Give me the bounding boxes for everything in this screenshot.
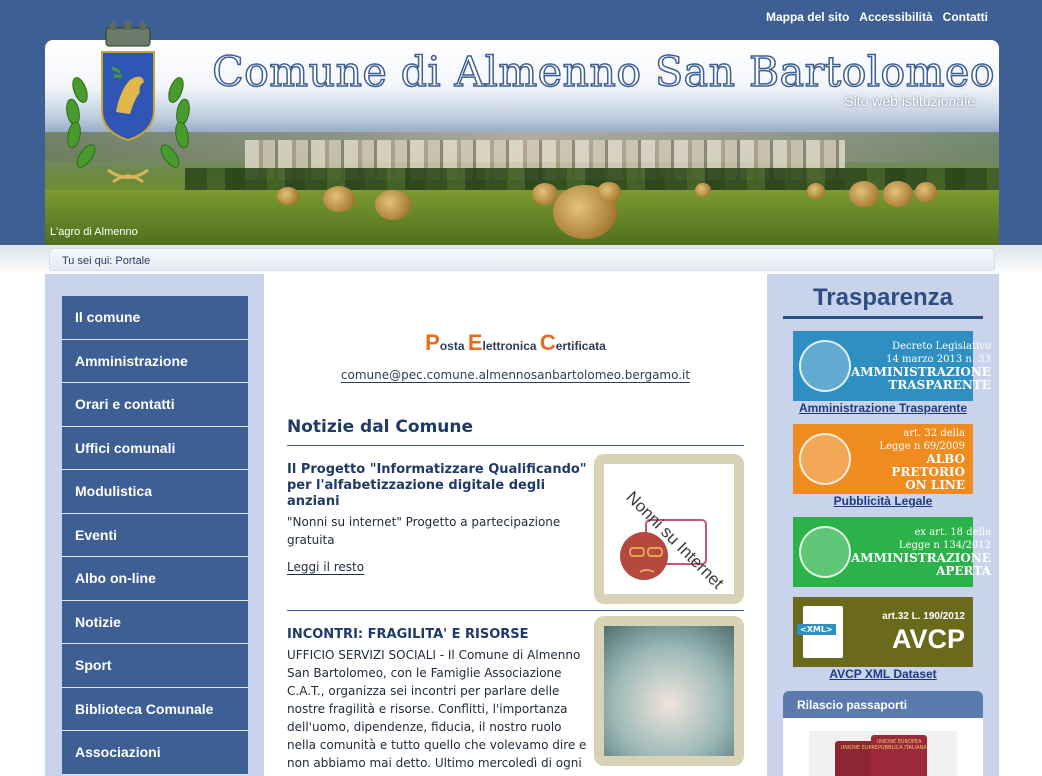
badge-text: Decreto Legislativo 14 marzo 2013 n. 33 … — [851, 340, 995, 392]
badge-line: Decreto Legislativo — [892, 341, 991, 352]
left-navigation: Il comune Amministrazione Orari e contat… — [62, 296, 248, 775]
amministrazione-trasparente-link[interactable]: Amministrazione Trasparente — [783, 401, 983, 415]
transparency-title: Trasparenza — [783, 274, 983, 319]
breadcrumb: Tu sei qui: Portale — [49, 248, 995, 271]
contacts-link[interactable]: Contatti — [943, 10, 988, 24]
passport-box[interactable]: Rilascio passaporti UNIONE EUROPEA UNION… — [783, 691, 983, 776]
nonni-su-internet-image: Nonni su Internet — [604, 464, 734, 594]
banner-caption: L'agro di Almenno — [50, 226, 138, 238]
pec-word-posta: osta — [439, 339, 468, 353]
pec-email: comune@pec.comune.almennosanbartolomeo.b… — [264, 368, 767, 383]
republic-seal-icon — [799, 340, 851, 392]
nav-item-il-comune[interactable]: Il comune — [62, 296, 248, 340]
nav-item-albo-online[interactable]: Albo on-line — [62, 557, 248, 601]
badge-text: art.32 L. 190/2012 AVCP — [843, 610, 969, 655]
albo-pretorio-badge[interactable]: art. 32 della Legge n 69/2009 ALBO PRETO… — [793, 424, 973, 494]
pec-letter-e: E — [467, 330, 483, 355]
hay-bale — [695, 183, 711, 197]
site-map-link[interactable]: Mappa del sito — [766, 10, 849, 24]
passport-word: REPUBBLICA ITALIANA — [871, 745, 927, 751]
passport-word: UNIONE EUROPEA — [876, 739, 922, 745]
badge-strong: APERTA — [936, 564, 991, 578]
fragility-image — [604, 626, 734, 756]
pec-word-elettronica: lettronica — [482, 339, 540, 353]
site-title: Comune di Almenno San Bartolomeo — [212, 47, 996, 97]
news-summary: UFFICIO SERVIZI SOCIALI - Il Comune di A… — [287, 648, 587, 776]
nav-item-eventi[interactable]: Eventi — [62, 513, 248, 557]
pec-email-link[interactable]: comune@pec.comune.almennosanbartolomeo.b… — [340, 368, 691, 383]
passport-icon: UNIONE EUROPEA REPUBBLICA ITALIANA — [871, 735, 927, 776]
news-title-link[interactable]: INCONTRI: FRAGILITA' E RISORSE — [287, 627, 592, 643]
pec-word-certificata: ertificata — [555, 339, 606, 353]
read-more-link[interactable]: Leggi il resto — [287, 560, 365, 575]
badge-text: art. 32 della Legge n 69/2009 ALBO PRETO… — [851, 427, 969, 492]
pec-letter-c: C — [539, 330, 556, 355]
republic-seal-icon — [799, 433, 851, 485]
nav-item-uffici-comunali[interactable]: Uffici comunali — [62, 426, 248, 470]
passport-image: UNIONE EUROPEA UNIONE EUROPEA REPUBBLICA… — [809, 731, 957, 776]
news-summary: "Nonni su internet" Progetto a partecipa… — [287, 515, 561, 547]
badge-line: Legge n 69/2009 — [879, 440, 965, 452]
hay-bale — [883, 181, 913, 207]
passport-title: Rilascio passaporti — [783, 691, 983, 718]
site-subtitle: Sito web istituzionale — [844, 93, 975, 109]
nav-item-sport[interactable]: Sport — [62, 644, 248, 688]
amministrazione-aperta-badge[interactable]: ex art. 18 della Legge n 134/2012 AMMINI… — [793, 517, 991, 587]
news-item: Il Progetto "Informatizzare Qualificando… — [287, 462, 587, 575]
main-content: Posta Elettronica Certificata comune@pec… — [264, 274, 767, 776]
badge-strong: TRASPARENTE — [888, 378, 991, 392]
nav-item-associazioni[interactable]: Associazioni — [62, 731, 248, 775]
top-links: Mappa del sito Accessibilità Contatti — [766, 10, 988, 24]
amministrazione-trasparente-badge[interactable]: Decreto Legislativo 14 marzo 2013 n. 33 … — [793, 331, 991, 401]
badge-strong: ALBO PRETORIO — [891, 451, 965, 479]
right-column: Trasparenza Decreto Legislativo 14 marzo… — [783, 274, 991, 776]
avcp-xml-dataset-link[interactable]: AVCP XML Dataset — [783, 667, 983, 681]
news-heading: Notizie dal Comune — [287, 417, 744, 446]
hay-bale — [597, 182, 621, 202]
nav-item-amministrazione[interactable]: Amministrazione — [62, 339, 248, 383]
news-image[interactable] — [594, 616, 744, 766]
coat-of-arms-icon[interactable] — [58, 20, 198, 195]
nav-item-modulistica[interactable]: Modulistica — [62, 470, 248, 514]
news-heading-bold: Notizie — [287, 417, 355, 437]
hay-bale — [849, 181, 879, 207]
hay-bale — [277, 187, 299, 205]
nav-item-orari-contatti[interactable]: Orari e contatti — [62, 383, 248, 427]
news-separator — [287, 610, 744, 611]
news-item: INCONTRI: FRAGILITA' E RISORSE UFFICIO S… — [287, 627, 592, 776]
pubblicita-legale-link[interactable]: Pubblicità Legale — [783, 494, 983, 508]
hay-bale — [807, 183, 825, 199]
accessibility-link[interactable]: Accessibilità — [859, 10, 932, 24]
pec-letter-p: P — [425, 330, 440, 355]
republic-seal-icon — [799, 526, 851, 578]
xml-file-icon: <XML> — [797, 606, 843, 658]
hay-bale — [532, 183, 558, 205]
badge-line: ex art. 18 della — [914, 527, 991, 538]
hay-bale — [915, 182, 937, 202]
pec-heading: Posta Elettronica Certificata — [264, 330, 767, 356]
news-image[interactable]: Nonni su Internet — [594, 454, 744, 604]
avcp-label: AVCP — [891, 623, 965, 654]
badge-strong: ON LINE — [905, 477, 965, 492]
badge-text: ex art. 18 della Legge n 134/2012 AMMINI… — [851, 526, 995, 578]
xml-label: <XML> — [797, 624, 836, 635]
news-heading-rest: dal Comune — [354, 417, 474, 437]
nav-item-notizie[interactable]: Notizie — [62, 600, 248, 644]
hay-bale — [323, 186, 355, 212]
news-title-link[interactable]: Il Progetto "Informatizzare Qualificando… — [287, 462, 587, 510]
nav-item-biblioteca[interactable]: Biblioteca Comunale — [62, 687, 248, 731]
avcp-badge[interactable]: <XML> art.32 L. 190/2012 AVCP — [793, 597, 973, 667]
hay-bale — [375, 190, 411, 220]
badge-line: art.32 L. 190/2012 — [882, 610, 965, 622]
badge-line: art. 32 della — [903, 427, 965, 439]
